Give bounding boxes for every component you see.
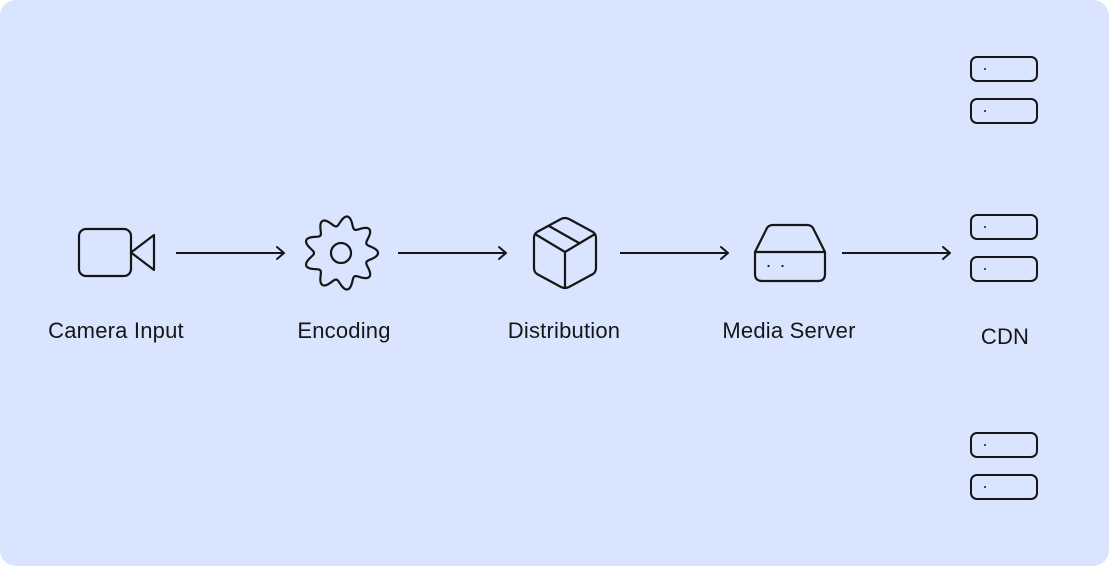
server-led [984, 226, 986, 228]
arrow-media-server-to-cdn [842, 246, 952, 260]
arrow-encoding-to-distribution [398, 246, 508, 260]
server-rack-icon [970, 256, 1038, 282]
server-rack-icon [970, 214, 1038, 240]
video-camera-icon [77, 227, 158, 278]
server-led [984, 110, 986, 112]
server-led [984, 68, 986, 70]
server-rack-icon [970, 432, 1038, 458]
gear-icon [301, 214, 381, 292]
server-led [984, 444, 986, 446]
server-drive-icon [753, 223, 827, 283]
node-label-cdn: CDN [980, 324, 1030, 349]
server-rack-icon [970, 474, 1038, 500]
arrow-distribution-to-media-server [620, 246, 730, 260]
server-led [984, 268, 986, 270]
server-rack-icon [970, 56, 1038, 82]
server-rack-icon [970, 98, 1038, 124]
server-led [984, 486, 986, 488]
arrow-camera-to-encoding [176, 246, 286, 260]
node-label-distribution: Distribution [507, 318, 621, 343]
package-box-icon [532, 216, 598, 290]
node-label-camera-input: Camera Input [48, 318, 184, 343]
diagram-canvas: Camera Input Encoding Distribution Media… [0, 0, 1109, 566]
node-label-encoding: Encoding [297, 318, 391, 343]
node-label-media-server: Media Server [722, 318, 856, 343]
